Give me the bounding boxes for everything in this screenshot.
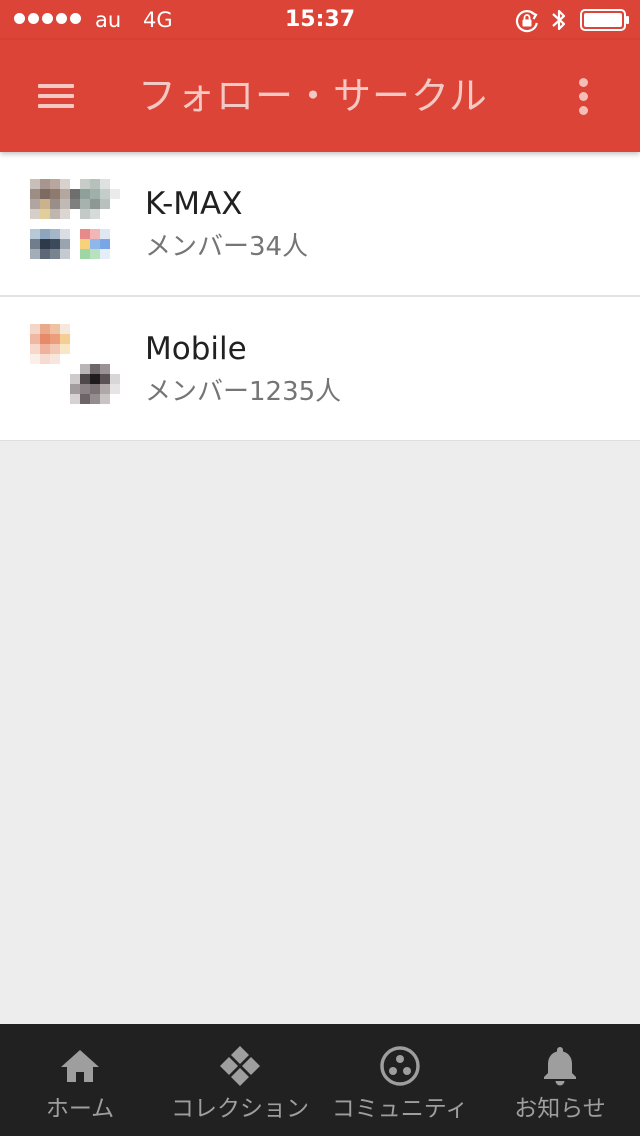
bluetooth-icon — [552, 9, 566, 31]
nav-item-collections[interactable]: コレクション — [160, 1024, 320, 1136]
collections-icon — [220, 1046, 260, 1086]
status-bar: au 4G 15:37 — [0, 0, 640, 40]
circle-avatar — [30, 179, 120, 259]
bottom-navigation: ホーム コレクション コミュニティ お知らせ — [0, 1024, 640, 1136]
nav-label: ホーム — [45, 1096, 115, 1122]
circle-name: Mobile — [145, 331, 247, 367]
notifications-bell-icon — [544, 1047, 576, 1086]
rotation-lock-icon — [515, 10, 538, 33]
more-vertical-icon[interactable] — [562, 68, 606, 124]
nav-label: コミュニティ — [331, 1096, 469, 1122]
circle-list-item[interactable]: Mobile メンバー1235人 — [0, 297, 640, 441]
communities-icon — [380, 1046, 420, 1086]
circle-avatar — [30, 324, 120, 404]
app-bar: フォロー・サークル — [0, 40, 640, 152]
nav-label: お知らせ — [514, 1096, 606, 1122]
circle-list-item[interactable]: K-MAX メンバー34人 — [0, 152, 640, 297]
nav-item-communities[interactable]: コミュニティ — [320, 1024, 480, 1136]
circle-member-count: メンバー34人 — [145, 232, 309, 262]
page-title: フォロー・サークル — [138, 74, 488, 118]
hamburger-menu-icon[interactable] — [26, 70, 86, 122]
circle-name: K-MAX — [145, 186, 243, 222]
nav-label: コレクション — [171, 1096, 309, 1122]
home-icon — [61, 1050, 99, 1082]
nav-item-home[interactable]: ホーム — [0, 1024, 160, 1136]
battery-icon — [580, 9, 629, 31]
status-time: 15:37 — [284, 7, 356, 32]
circle-member-count: メンバー1235人 — [145, 377, 342, 407]
circle-list: K-MAX メンバー34人 Mobile メンバー1235人 — [0, 152, 640, 441]
nav-item-notifications[interactable]: お知らせ — [480, 1024, 640, 1136]
